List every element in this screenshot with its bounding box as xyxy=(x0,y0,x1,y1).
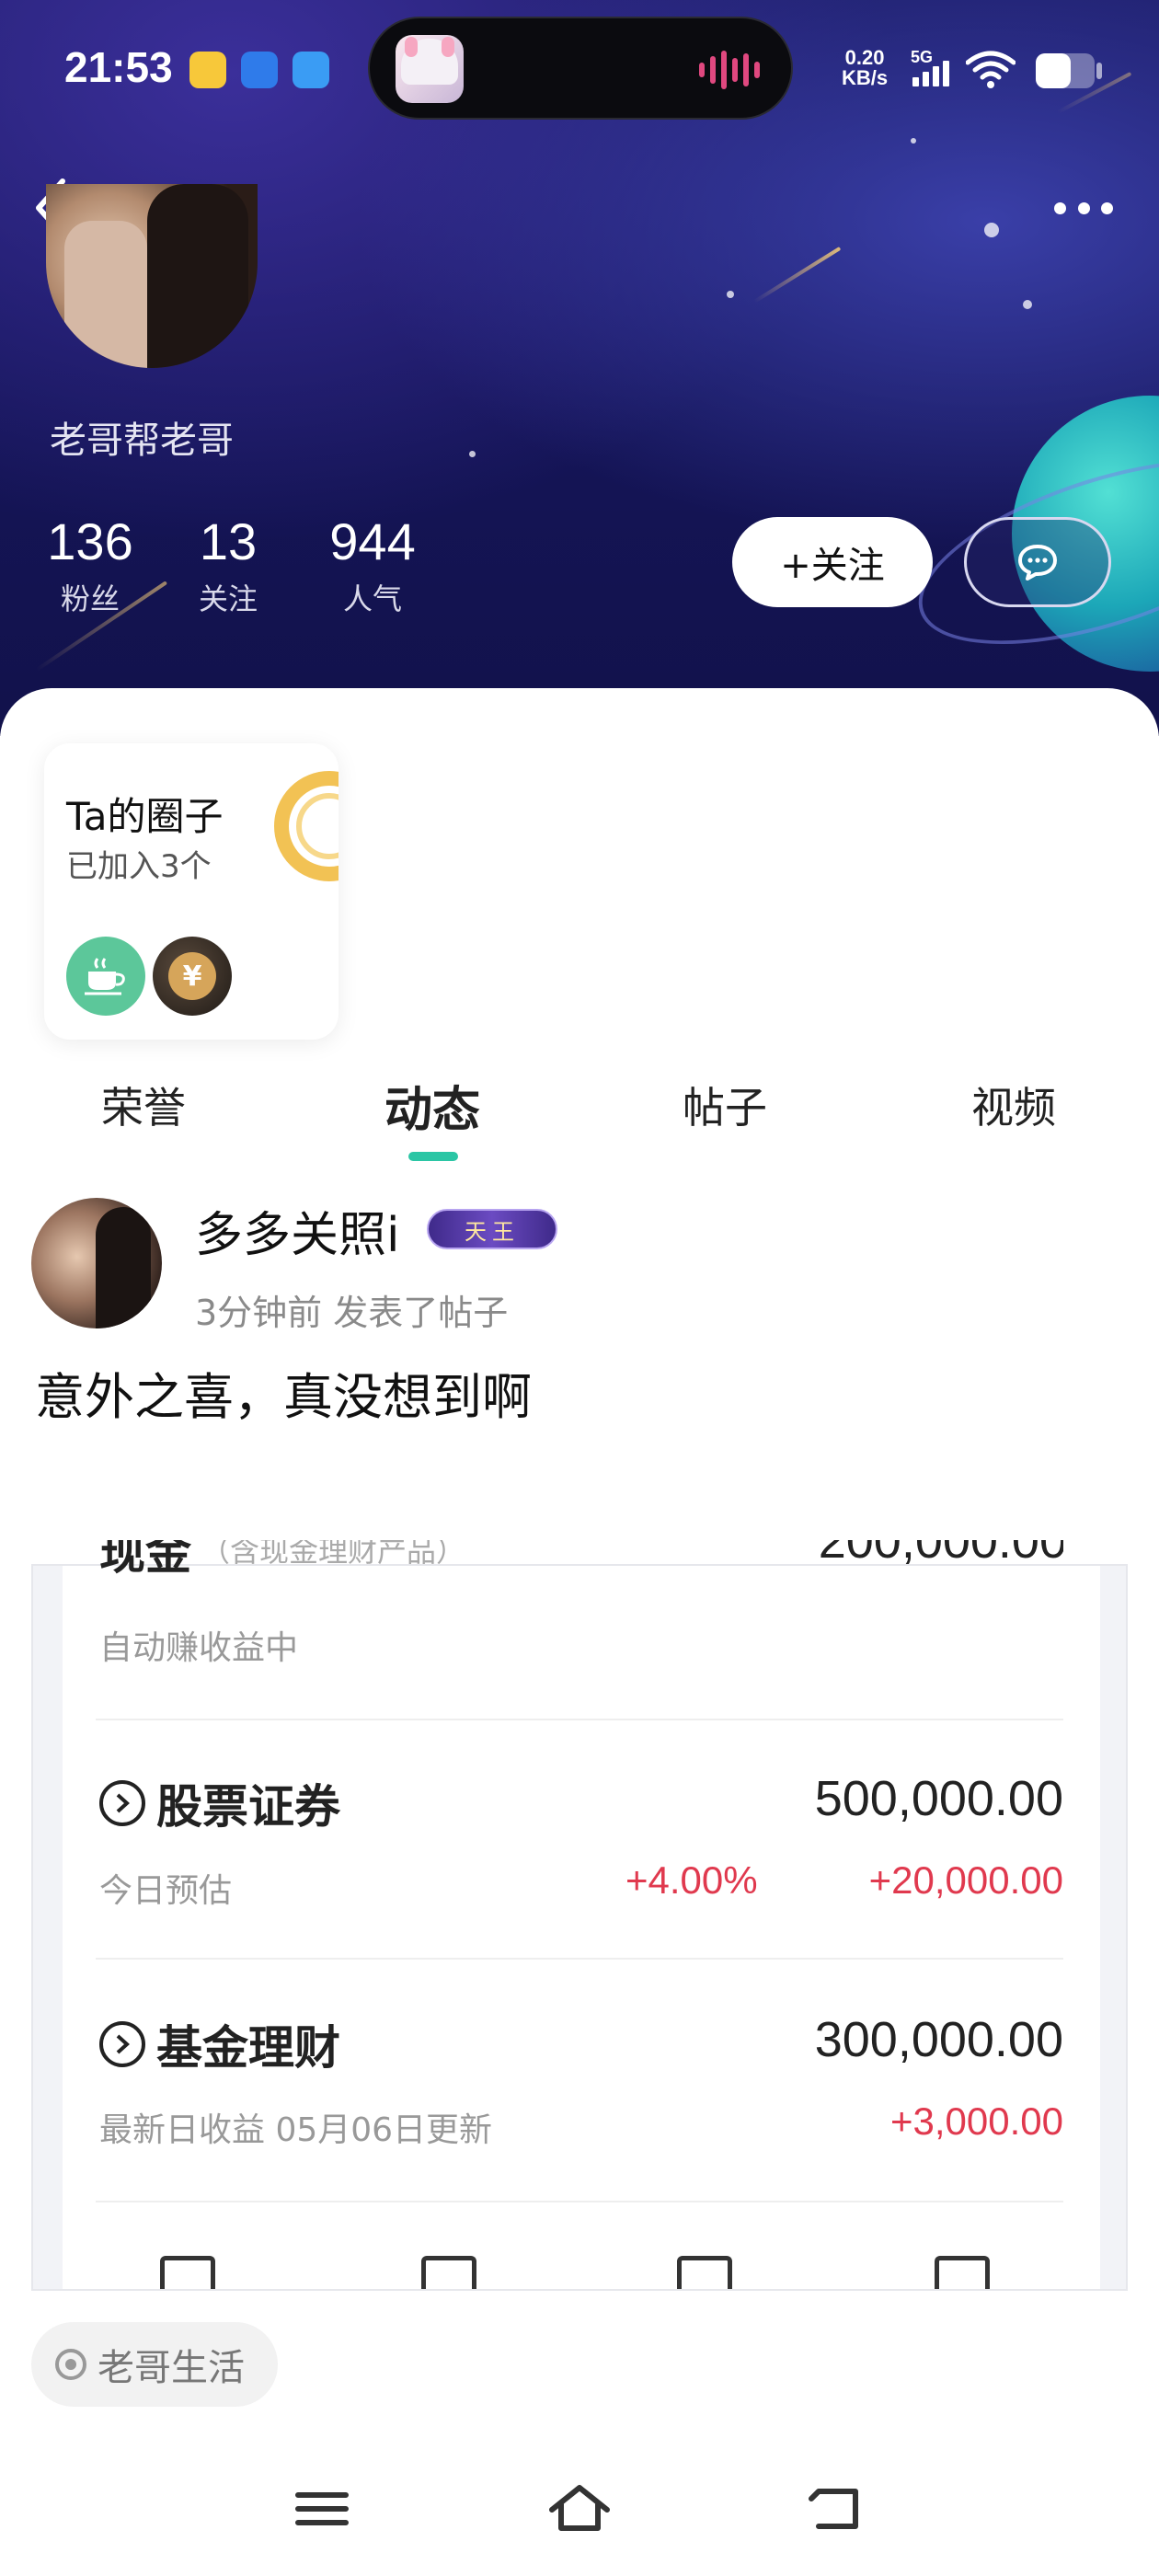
stat-following[interactable]: 13 关注 xyxy=(191,512,265,618)
signal-icon xyxy=(912,61,949,86)
card-icon xyxy=(935,2256,990,2289)
app-notification-icon xyxy=(241,52,278,88)
follow-button[interactable]: +关注 xyxy=(732,517,933,607)
network-speed: 0.20 KB/s xyxy=(842,48,888,88)
coffee-cup-glyph xyxy=(85,958,125,995)
topic-tag-label: 老哥生活 xyxy=(98,2347,245,2389)
yuan-coin-icon[interactable]: ¥ xyxy=(153,937,232,1016)
wifi-icon xyxy=(966,51,1016,88)
profile-avatar[interactable] xyxy=(46,184,258,368)
status-bar: 21:53 0.20 KB/s 5G xyxy=(0,0,1159,138)
stat-value: 944 xyxy=(329,512,416,570)
tab-active-indicator xyxy=(408,1152,458,1161)
profile-name: 老哥帮老哥 xyxy=(50,420,234,462)
more-dot xyxy=(1077,201,1090,214)
cash-note: （含现金理财产品） xyxy=(201,1540,466,1569)
stat-label: 粉丝 xyxy=(60,581,120,616)
stocks-title: 股票证券 xyxy=(99,1770,340,1836)
topic-icon xyxy=(55,2349,86,2380)
tab-videos[interactable]: 视频 xyxy=(971,1075,1056,1135)
yuan-glyph: ¥ xyxy=(168,952,216,1000)
chevron-right-circle-icon xyxy=(99,2021,145,2067)
battery-icon xyxy=(1036,53,1095,88)
document-icon xyxy=(677,2256,732,2289)
battery-tip xyxy=(1096,63,1102,79)
cash-title: 现金 （含现金理财产品） xyxy=(99,1540,465,1582)
more-dot xyxy=(1054,201,1066,214)
message-button[interactable] xyxy=(964,517,1111,607)
funds-sub: 最新日收益 05月06日更新 xyxy=(99,2111,493,2149)
wallet-icon xyxy=(160,2256,215,2289)
circles-title: Ta的圈子 xyxy=(66,794,224,839)
chevron-right-circle-icon xyxy=(99,1780,145,1826)
home-icon[interactable] xyxy=(543,2477,616,2541)
post-author-name[interactable]: 多多关照i xyxy=(195,1196,399,1265)
cash-sub: 自动赚收益中 xyxy=(99,1629,299,1667)
chat-bubble-icon xyxy=(1018,545,1057,581)
app-notification-icon xyxy=(189,52,226,88)
stat-label: 人气 xyxy=(342,581,402,616)
post-author-avatar[interactable] xyxy=(31,1198,162,1328)
post-text: 意外之喜，真没想到啊 xyxy=(35,1368,532,1426)
status-time: 21:53 xyxy=(64,43,173,91)
post-image-content xyxy=(63,1566,1100,2289)
stat-label: 关注 xyxy=(198,581,258,616)
media-thumbnail xyxy=(396,35,464,103)
coffee-cup-icon[interactable] xyxy=(66,937,145,1016)
audio-waveform-icon xyxy=(699,50,760,90)
tab-activity[interactable]: 动态 xyxy=(384,1071,480,1140)
stat-value: 13 xyxy=(199,512,258,570)
funds-title: 基金理财 xyxy=(99,2011,340,2077)
back-icon[interactable] xyxy=(800,2477,874,2541)
divider xyxy=(96,2201,1063,2202)
stocks-change: +20,000.00 xyxy=(868,1858,1063,1902)
post-image[interactable] xyxy=(31,1564,1128,2291)
yuan-icon xyxy=(421,2256,476,2289)
stocks-amount: 500,000.00 xyxy=(814,1771,1063,1826)
stat-followers[interactable]: 136 粉丝 xyxy=(46,512,134,618)
divider xyxy=(96,1719,1063,1720)
net-speed-unit: KB/s xyxy=(842,66,889,89)
funds-title-text: 基金理财 xyxy=(156,2021,340,2075)
user-level-badge: 天王 xyxy=(427,1209,557,1249)
stocks-sub: 今日预估 xyxy=(99,1872,233,1910)
net-speed-value: 0.20 xyxy=(844,46,885,69)
topic-tag[interactable]: 老哥生活 xyxy=(31,2322,278,2407)
post-image-bottom-icons xyxy=(31,2245,1128,2289)
divider xyxy=(96,1958,1063,1960)
tab-honor[interactable]: 荣誉 xyxy=(101,1075,186,1135)
more-dot xyxy=(1101,201,1113,214)
cash-amount: 200,000.00 xyxy=(818,1540,1063,1569)
dynamic-island[interactable] xyxy=(368,17,793,120)
funds-change: +3,000.00 xyxy=(889,2099,1063,2143)
more-options-button[interactable] xyxy=(1049,180,1119,236)
stocks-title-text: 股票证券 xyxy=(156,1780,340,1834)
circles-card[interactable]: Ta的圈子 已加入3个 ¥ xyxy=(44,743,339,1040)
cash-title-text: 现金 xyxy=(99,1540,191,1580)
stat-popularity[interactable]: 944 人气 xyxy=(322,512,423,618)
stat-value: 136 xyxy=(47,512,133,570)
circles-count: 已加入3个 xyxy=(66,848,212,885)
post-meta: 3分钟前 发表了帖子 xyxy=(195,1293,509,1333)
funds-amount: 300,000.00 xyxy=(814,2012,1063,2067)
stocks-percent: +4.00% xyxy=(625,1858,758,1902)
tab-posts[interactable]: 帖子 xyxy=(683,1075,767,1135)
cash-row-cut: 现金 （含现金理财产品） 200,000.00 xyxy=(66,1540,1063,1595)
menu-icon[interactable] xyxy=(285,2477,359,2541)
cloud-app-icon xyxy=(293,52,329,88)
